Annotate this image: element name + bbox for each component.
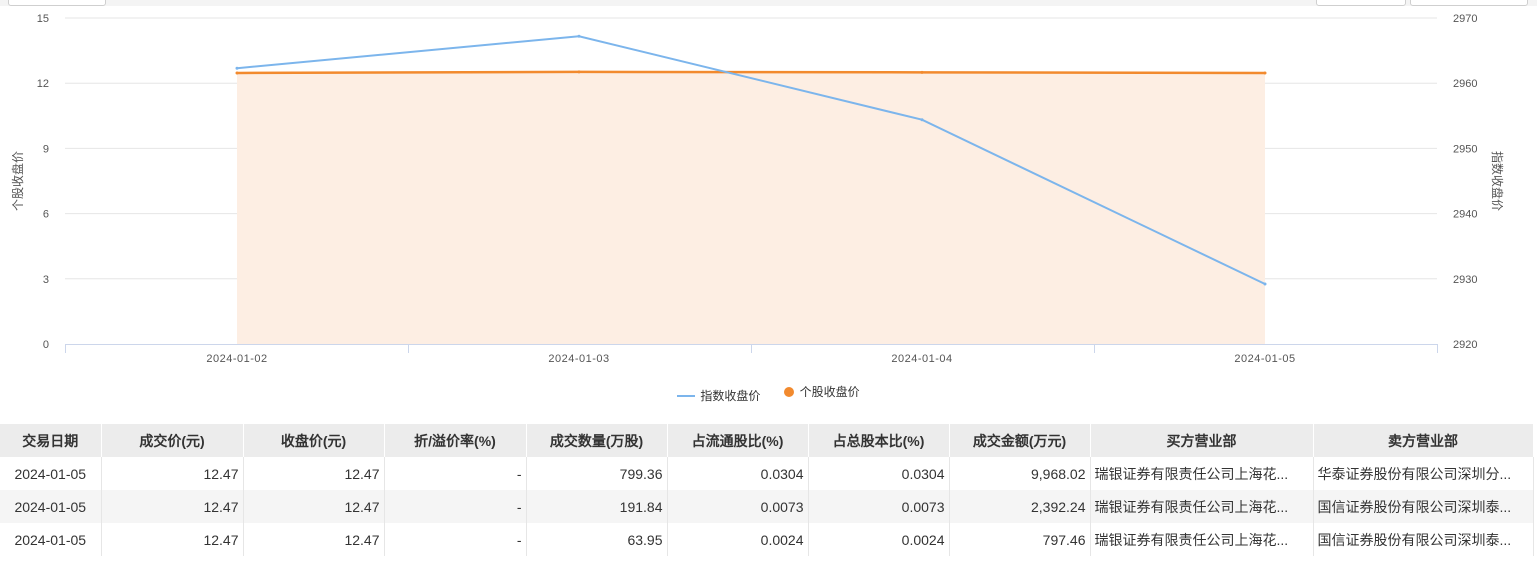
data-point-index bbox=[235, 66, 239, 70]
data-point-index bbox=[577, 34, 581, 38]
table-header-row: 交易日期 成交价(元) 收盘价(元) 折/溢价率(%) 成交数量(万股) 占流通… bbox=[0, 424, 1534, 457]
y-axis-title-left: 个股收盘价 bbox=[10, 151, 25, 211]
legend-dot-icon bbox=[783, 386, 794, 397]
col-header-deal-price[interactable]: 成交价(元) bbox=[101, 424, 244, 457]
dual-axis-line-chart: 0 3 6 9 12 15 2920 2930 2940 2950 2960 2970 个股收盘价 指数收… bbox=[10, 13, 1505, 365]
col-header-date[interactable]: 交易日期 bbox=[0, 424, 102, 457]
y-axis-title-right: 指数收盘价 bbox=[1490, 151, 1505, 211]
legend-item-index[interactable]: 指数收盘价 bbox=[677, 387, 760, 404]
cell-volume: 63.95 bbox=[526, 523, 668, 556]
cell-premium-rate: - bbox=[384, 490, 527, 523]
chart-legend: 指数收盘价 个股收盘价 bbox=[0, 383, 1537, 404]
cell-amount: 797.46 bbox=[949, 523, 1091, 556]
stock-area-fill bbox=[237, 71, 1265, 344]
data-point-index bbox=[1263, 282, 1267, 286]
col-header-amount[interactable]: 成交金额(万元) bbox=[949, 424, 1091, 457]
legend-label-stock: 个股收盘价 bbox=[799, 385, 860, 399]
col-header-buyer[interactable]: 买方营业部 bbox=[1090, 424, 1314, 457]
y-tick-label-right: 2930 bbox=[1453, 274, 1477, 286]
cell-float-ratio: 0.0024 bbox=[667, 523, 809, 556]
data-point-index bbox=[920, 118, 924, 122]
col-header-seller[interactable]: 卖方营业部 bbox=[1313, 424, 1534, 457]
col-header-premium-rate[interactable]: 折/溢价率(%) bbox=[384, 424, 527, 457]
y-tick-label-right: 2950 bbox=[1453, 143, 1477, 155]
y-tick-label-left: 3 bbox=[43, 274, 49, 286]
cell-deal-price: 12.47 bbox=[101, 457, 244, 490]
cell-total-ratio: 0.0304 bbox=[808, 457, 950, 490]
legend-label-index: 指数收盘价 bbox=[700, 389, 761, 403]
legend-item-stock[interactable]: 个股收盘价 bbox=[783, 383, 860, 400]
cell-volume: 191.84 bbox=[526, 490, 668, 523]
cell-seller[interactable]: 华泰证券股份有限公司深圳分... bbox=[1313, 457, 1534, 490]
cell-buyer[interactable]: 瑞银证券有限责任公司上海花... bbox=[1090, 457, 1314, 490]
legend-line-icon bbox=[677, 394, 696, 397]
y-tick-label-right: 2970 bbox=[1453, 13, 1477, 25]
cell-buyer[interactable]: 瑞银证券有限责任公司上海花... bbox=[1090, 523, 1314, 556]
cell-amount: 2,392.24 bbox=[949, 490, 1091, 523]
cell-volume: 799.36 bbox=[526, 457, 668, 490]
y-tick-label-left: 9 bbox=[43, 143, 49, 155]
cell-date: 2024-01-05 bbox=[0, 457, 102, 490]
y-tick-label-left: 6 bbox=[43, 209, 49, 221]
series-line-stock bbox=[236, 70, 1266, 75]
cell-total-ratio: 0.0024 bbox=[808, 523, 950, 556]
x-tick-label: 2024-01-04 bbox=[891, 353, 952, 365]
cell-total-ratio: 0.0073 bbox=[808, 490, 950, 523]
y-tick-label-right: 2960 bbox=[1453, 78, 1477, 90]
data-point-stock bbox=[235, 71, 239, 75]
cell-seller[interactable]: 国信证券股份有限公司深圳泰... bbox=[1313, 523, 1534, 556]
cell-premium-rate: - bbox=[384, 457, 527, 490]
cell-float-ratio: 0.0073 bbox=[667, 490, 809, 523]
cell-close-price: 12.47 bbox=[243, 523, 385, 556]
table-row: 2024-01-05 12.47 12.47 - 191.84 0.0073 0… bbox=[0, 490, 1534, 523]
cell-amount: 9,968.02 bbox=[949, 457, 1091, 490]
y-tick-label-left: 15 bbox=[37, 13, 49, 25]
y-tick-label-left: 0 bbox=[43, 339, 49, 351]
col-header-float-ratio[interactable]: 占流通股比(%) bbox=[667, 424, 809, 457]
x-tick-label: 2024-01-03 bbox=[548, 353, 609, 365]
x-tick-label: 2024-01-05 bbox=[1234, 353, 1295, 365]
y-tick-label-right: 2920 bbox=[1453, 339, 1477, 351]
cell-date: 2024-01-05 bbox=[0, 490, 102, 523]
cell-seller[interactable]: 国信证券股份有限公司深圳泰... bbox=[1313, 490, 1534, 523]
cell-buyer[interactable]: 瑞银证券有限责任公司上海花... bbox=[1090, 490, 1314, 523]
table-row: 2024-01-05 12.47 12.47 - 63.95 0.0024 0.… bbox=[0, 523, 1534, 556]
data-point-stock bbox=[1263, 71, 1267, 75]
cell-float-ratio: 0.0304 bbox=[667, 457, 809, 490]
table-row: 2024-01-05 12.47 12.47 - 799.36 0.0304 0… bbox=[0, 457, 1534, 490]
col-header-total-ratio[interactable]: 占总股本比(%) bbox=[808, 424, 950, 457]
x-tick-label: 2024-01-02 bbox=[206, 353, 267, 365]
cell-premium-rate: - bbox=[384, 523, 527, 556]
col-header-close-price[interactable]: 收盘价(元) bbox=[243, 424, 385, 457]
y-tick-label-right: 2940 bbox=[1453, 209, 1477, 221]
cell-date: 2024-01-05 bbox=[0, 523, 102, 556]
cell-close-price: 12.47 bbox=[243, 457, 385, 490]
block-trade-table: 交易日期 成交价(元) 收盘价(元) 折/溢价率(%) 成交数量(万股) 占流通… bbox=[0, 424, 1534, 556]
cell-deal-price: 12.47 bbox=[101, 523, 244, 556]
col-header-volume[interactable]: 成交数量(万股) bbox=[526, 424, 668, 457]
data-point-stock bbox=[920, 70, 924, 74]
cell-close-price: 12.47 bbox=[243, 490, 385, 523]
y-tick-label-left: 12 bbox=[37, 78, 49, 90]
cell-deal-price: 12.47 bbox=[101, 490, 244, 523]
data-point-stock bbox=[577, 70, 581, 74]
